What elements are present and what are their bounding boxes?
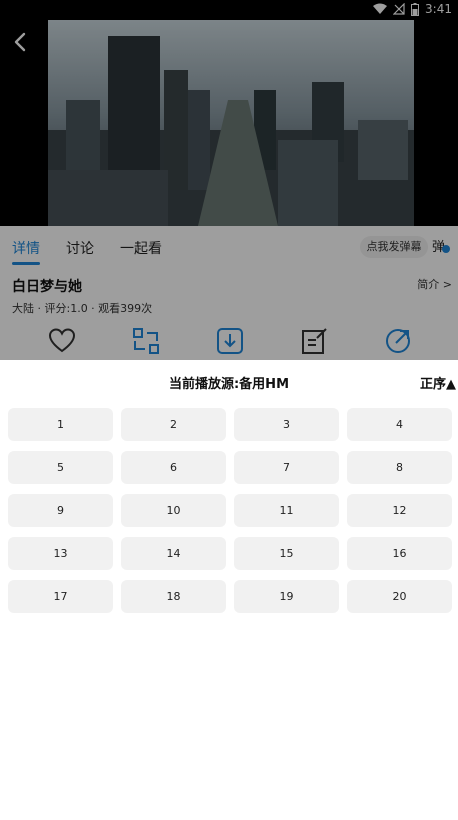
episode-sheet: 当前播放源:备用HM 正序▲ 1 2 3 4 5 6 7 8 9 10 11 1…	[0, 360, 458, 820]
episode-button[interactable]: 6	[121, 451, 226, 484]
episode-button[interactable]: 13	[8, 537, 113, 570]
episode-button[interactable]: 8	[347, 451, 452, 484]
episode-button[interactable]: 10	[121, 494, 226, 527]
episode-button[interactable]: 2	[121, 408, 226, 441]
episode-button[interactable]: 3	[234, 408, 339, 441]
episode-grid: 1 2 3 4 5 6 7 8 9 10 11 12 13 14 15 16 1…	[8, 408, 454, 613]
current-source-title: 当前播放源:备用HM	[168, 377, 289, 392]
episode-button[interactable]: 4	[347, 408, 452, 441]
episode-button[interactable]: 18	[121, 580, 226, 613]
episode-button[interactable]: 1	[8, 408, 113, 441]
episode-button[interactable]: 12	[347, 494, 452, 527]
episode-button[interactable]: 20	[347, 580, 452, 613]
episode-button[interactable]: 7	[234, 451, 339, 484]
episode-button[interactable]: 17	[8, 580, 113, 613]
episode-button[interactable]: 15	[234, 537, 339, 570]
episode-button[interactable]: 9	[8, 494, 113, 527]
episode-button[interactable]: 19	[234, 580, 339, 613]
sort-order-button[interactable]: 正序▲	[420, 373, 456, 392]
episode-button[interactable]: 11	[234, 494, 339, 527]
episode-button[interactable]: 16	[347, 537, 452, 570]
episode-button[interactable]: 14	[121, 537, 226, 570]
dim-overlay[interactable]	[0, 0, 458, 360]
episode-button[interactable]: 5	[8, 451, 113, 484]
